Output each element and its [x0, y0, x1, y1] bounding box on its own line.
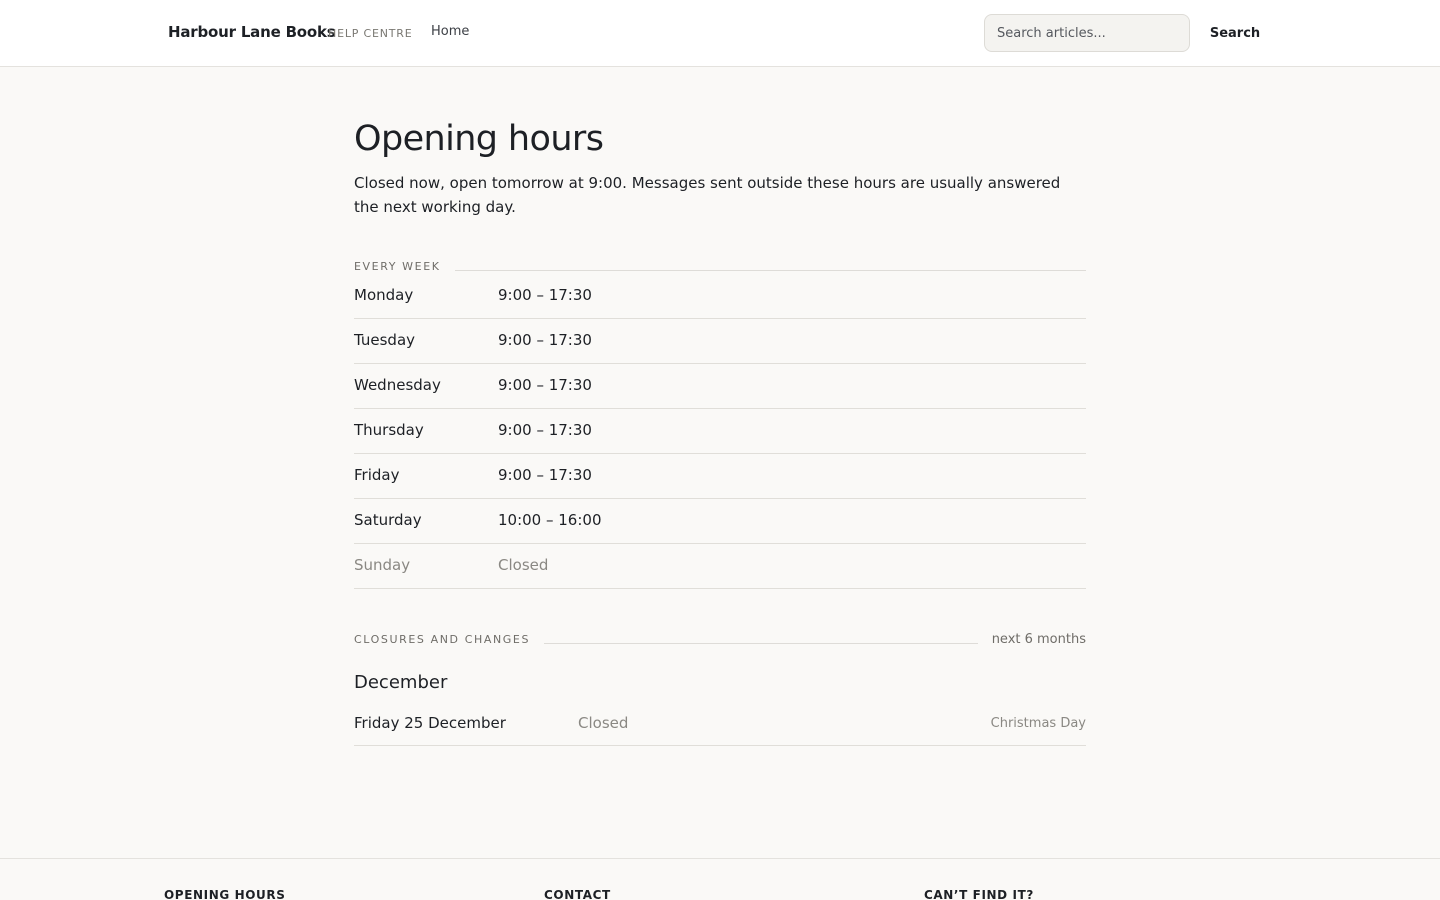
nav-home-link[interactable]: Home	[431, 24, 469, 39]
section-divider	[354, 270, 1086, 271]
day-row-sunday: Sunday Closed	[354, 544, 1086, 589]
search-button[interactable]: Search	[1206, 14, 1264, 52]
day-hours: Closed	[498, 556, 549, 574]
day-name: Saturday	[354, 511, 422, 529]
day-hours: 9:00 – 17:30	[498, 331, 592, 349]
site-header: Harbour Lane Books HELP CENTRE Home Sear…	[0, 0, 1440, 67]
closure-reason: Christmas Day	[990, 716, 1086, 731]
month-heading: December	[354, 672, 448, 693]
day-hours: 10:00 – 16:00	[498, 511, 602, 529]
day-name: Thursday	[354, 421, 424, 439]
intro-text: Closed now, open tomorrow at 9:00. Messa…	[354, 174, 1061, 216]
footer-heading-cant-find-it: CAN’T FIND IT?	[924, 888, 1034, 900]
help-centre-tag: HELP CENTRE	[328, 27, 413, 40]
day-hours: 9:00 – 17:30	[498, 421, 592, 439]
brand-link[interactable]: Harbour Lane Books	[168, 23, 336, 41]
day-row-friday: Friday 9:00 – 17:30	[354, 454, 1086, 499]
day-name: Tuesday	[354, 331, 416, 349]
day-hours: 9:00 – 17:30	[498, 286, 592, 304]
day-name: Friday	[354, 466, 400, 484]
day-hours: 9:00 – 17:30	[498, 376, 592, 394]
day-row-wednesday: Wednesday 9:00 – 17:30	[354, 364, 1086, 409]
day-row-monday: Monday 9:00 – 17:30	[354, 274, 1086, 319]
closure-date: Friday 25 December	[354, 714, 506, 732]
page-title: Opening hours	[354, 119, 604, 159]
day-hours: 9:00 – 17:30	[498, 466, 592, 484]
day-row-thursday: Thursday 9:00 – 17:30	[354, 409, 1086, 454]
footer-heading-opening-hours: OPENING HOURS	[164, 888, 286, 900]
search-input[interactable]	[984, 14, 1190, 52]
closure-row: Friday 25 December Closed Christmas Day	[354, 707, 1086, 746]
footer-heading-contact: CONTACT	[544, 888, 611, 900]
weekly-hours-list: Monday 9:00 – 17:30 Tuesday 9:00 – 17:30…	[354, 274, 1086, 589]
closures-range-note: next 6 months	[977, 632, 1086, 647]
day-name: Monday	[354, 286, 414, 304]
closure-status: Closed	[578, 714, 629, 732]
site-footer: OPENING HOURS CONTACT CAN’T FIND IT?	[0, 858, 1440, 900]
closures-section-label: CLOSURES AND CHANGES	[354, 633, 545, 646]
day-row-tuesday: Tuesday 9:00 – 17:30	[354, 319, 1086, 364]
day-name: Sunday	[354, 556, 411, 574]
weekly-section-label: EVERY WEEK	[354, 260, 455, 273]
day-row-saturday: Saturday 10:00 – 16:00	[354, 499, 1086, 544]
day-name: Wednesday	[354, 376, 441, 394]
